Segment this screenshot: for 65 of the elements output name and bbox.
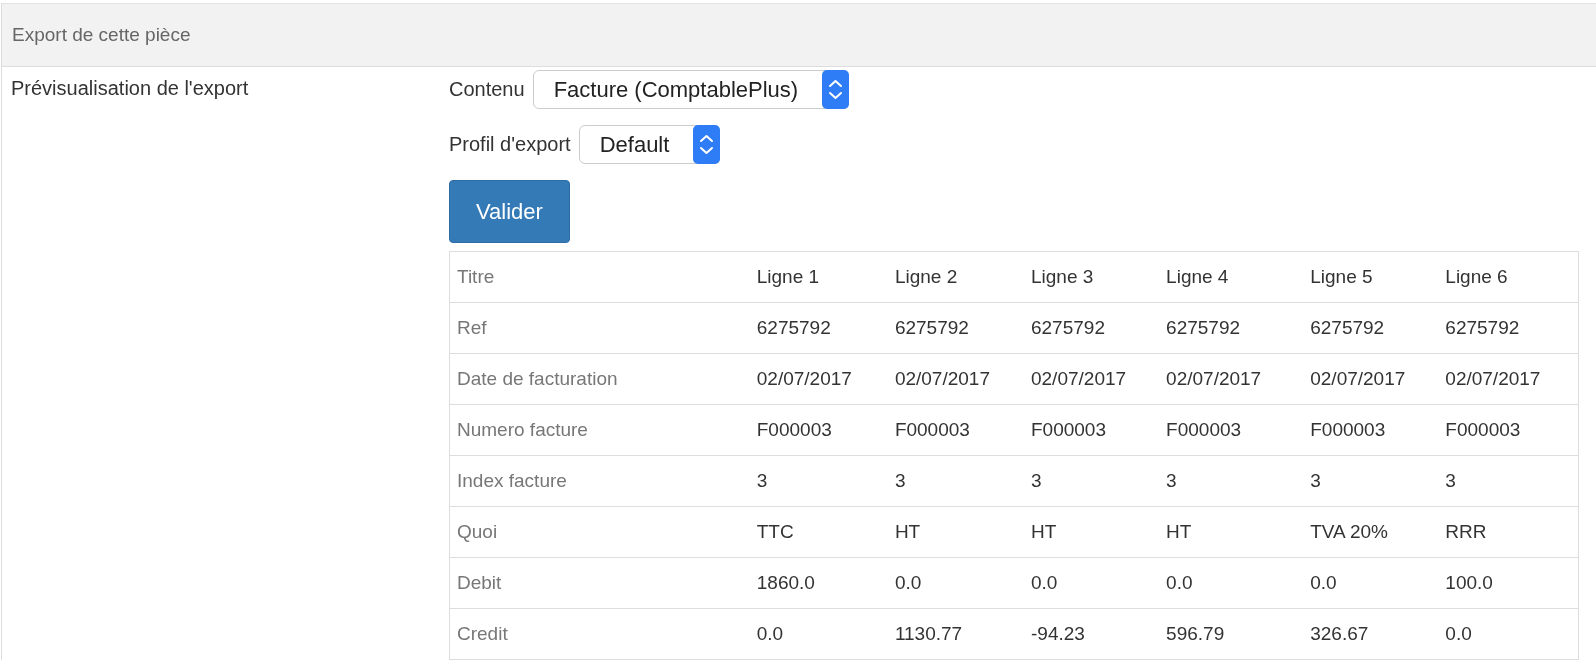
table-cell: 6275792	[887, 302, 1024, 354]
table-cell: RRR	[1438, 506, 1579, 558]
table-cell: Ligne 1	[749, 251, 888, 303]
table-cell: Ligne 6	[1438, 251, 1579, 303]
table-cell: 3	[749, 455, 888, 507]
table-cell: 3	[1303, 455, 1439, 507]
table-cell: Ligne 5	[1303, 251, 1439, 303]
table-cell: 1130.77	[887, 608, 1024, 660]
table-cell: F000003	[1024, 404, 1160, 456]
table-cell: 100.0	[1438, 557, 1579, 609]
table-cell: 02/07/2017	[749, 353, 888, 405]
table-cell: 596.79	[1159, 608, 1304, 660]
row-label: Quoi	[449, 506, 750, 558]
table-cell: -94.23	[1024, 608, 1160, 660]
table-cell: 6275792	[1303, 302, 1439, 354]
table-cell: 6275792	[1438, 302, 1579, 354]
table-cell: 3	[887, 455, 1024, 507]
table-cell: F000003	[1438, 404, 1579, 456]
up-down-chevron-icon	[693, 125, 721, 164]
up-down-chevron-icon	[822, 70, 850, 109]
table-cell: 0.0	[1438, 608, 1579, 660]
field-label: Contenu	[449, 78, 525, 101]
table-cell: 3	[1438, 455, 1579, 507]
row-label: Ref	[449, 302, 750, 354]
table-cell: 0.0	[1159, 557, 1304, 609]
table-cell: 1860.0	[749, 557, 888, 609]
table-cell: 326.67	[1303, 608, 1439, 660]
section-label: Prévisualisation de l'export	[11, 77, 249, 99]
table-cell: TTC	[749, 506, 888, 558]
table-cell: 02/07/2017	[887, 353, 1024, 405]
table-cell: TVA 20%	[1303, 506, 1439, 558]
table-cell: 0.0	[1024, 557, 1160, 609]
row-label: Index facture	[449, 455, 750, 507]
table-cell: F000003	[887, 404, 1024, 456]
table-cell: 0.0	[887, 557, 1024, 609]
validate-button[interactable]: Valider	[449, 180, 570, 243]
dropdown-select[interactable]: Default	[578, 125, 721, 164]
table-cell: F000003	[1303, 404, 1439, 456]
field-label: Profil d'export	[449, 133, 571, 156]
table-cell: 02/07/2017	[1438, 353, 1579, 405]
table-cell: 3	[1024, 455, 1160, 507]
dropdown-select[interactable]: Facture (ComptablePlus)	[532, 70, 850, 109]
table-cell: HT	[1024, 506, 1160, 558]
row-label: Date de facturation	[449, 353, 750, 405]
table-cell: 3	[1159, 455, 1304, 507]
table-cell: 0.0	[1303, 557, 1439, 609]
table-cell: F000003	[1159, 404, 1304, 456]
table-cell: HT	[887, 506, 1024, 558]
table-cell: F000003	[749, 404, 888, 456]
table-cell: 02/07/2017	[1303, 353, 1439, 405]
row-label: Numero facture	[449, 404, 750, 456]
table-cell: 6275792	[1159, 302, 1304, 354]
table-cell: 6275792	[749, 302, 888, 354]
row-label: Debit	[449, 557, 750, 609]
table-cell: 02/07/2017	[1024, 353, 1160, 405]
table-cell: 0.0	[749, 608, 888, 660]
table-cell: 6275792	[1024, 302, 1160, 354]
table-cell: 02/07/2017	[1159, 353, 1304, 405]
row-label: Credit	[449, 608, 750, 660]
table-cell: Ligne 2	[887, 251, 1024, 303]
row-label: Titre	[449, 251, 750, 303]
panel-title: Export de cette pièce	[12, 24, 191, 46]
table-cell: Ligne 4	[1159, 251, 1304, 303]
table-cell: Ligne 3	[1024, 251, 1160, 303]
table-cell: HT	[1159, 506, 1304, 558]
